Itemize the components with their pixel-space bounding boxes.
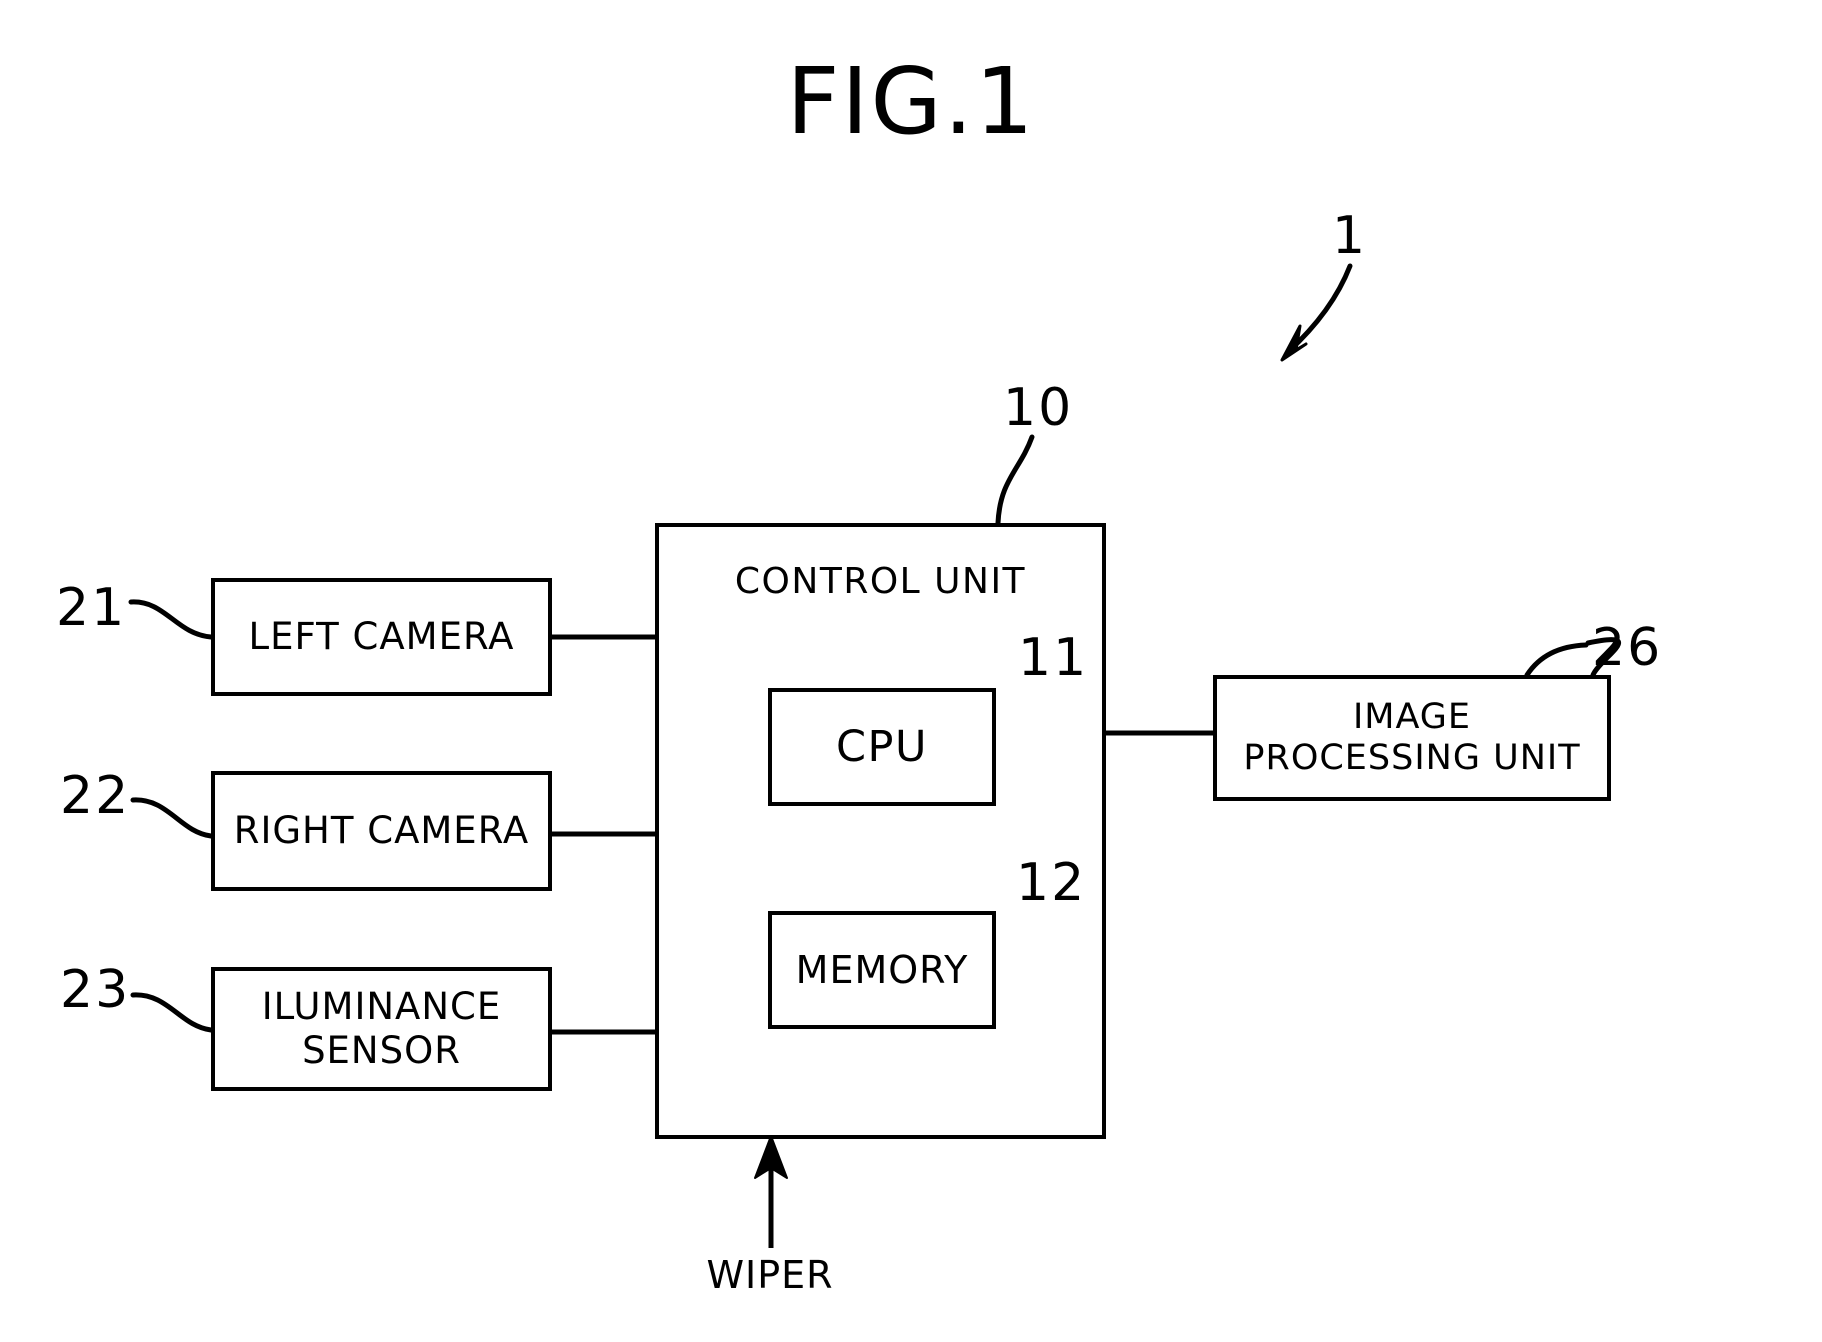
block-label-image-processing-unit: IMAGE PROCESSING UNIT <box>1243 696 1581 778</box>
reference-numeral-image-processing-unit: 26 <box>1592 618 1663 678</box>
block-iluminance-sensor: ILUMINANCE SENSOR <box>211 967 552 1091</box>
reference-numeral-iluminance-sensor: 23 <box>60 960 131 1020</box>
leader-curve-22 <box>130 797 214 839</box>
block-label-iluminance-sensor: ILUMINANCE SENSOR <box>261 985 502 1072</box>
block-label-right-camera: RIGHT CAMERA <box>233 809 530 853</box>
leader-curve-26b <box>1524 642 1589 678</box>
leader-curve-21 <box>128 599 214 640</box>
block-cpu: CPU <box>768 688 996 806</box>
block-right-camera: RIGHT CAMERA <box>211 771 552 891</box>
block-label-memory: MEMORY <box>795 947 969 992</box>
block-image-processing-unit: IMAGE PROCESSING UNIT <box>1213 675 1611 801</box>
leader-curve-10 <box>995 434 1035 526</box>
reference-numeral-left-camera: 21 <box>56 578 127 638</box>
reference-numeral-right-camera: 22 <box>60 766 131 826</box>
block-label-cpu: CPU <box>836 721 928 772</box>
figure-root: FIG.1 CONTROL UNIT LEFT CAMERA RIGHT CAM… <box>0 0 1822 1342</box>
block-memory: MEMORY <box>768 911 996 1029</box>
block-left-camera: LEFT CAMERA <box>211 578 552 696</box>
reference-numeral-cpu: 11 <box>1018 628 1089 688</box>
block-label-control-unit: CONTROL UNIT <box>734 561 1027 602</box>
reference-numeral-memory: 12 <box>1016 853 1087 913</box>
block-label-left-camera: LEFT CAMERA <box>248 615 515 659</box>
reference-numeral-control-unit: 10 <box>1003 378 1074 438</box>
wiper-input-label: WIPER <box>706 1253 834 1297</box>
block-control-unit: CONTROL UNIT <box>655 523 1106 1139</box>
leader-curve-23 <box>130 992 214 1033</box>
reference-numeral-system: 1 <box>1332 206 1368 266</box>
arrowhead-1 <box>1280 324 1308 362</box>
